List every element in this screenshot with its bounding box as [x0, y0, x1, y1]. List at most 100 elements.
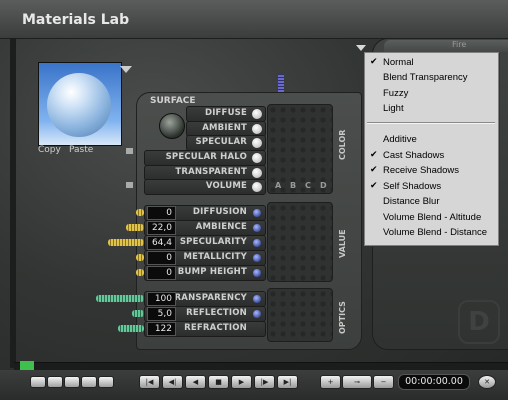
reflection-value[interactable]: 5,0	[147, 307, 176, 321]
keyframe-slot[interactable]	[30, 376, 46, 388]
menu-item-fuzzy[interactable]: Fuzzy	[365, 87, 498, 102]
menu-item-label: Cast Shadows	[383, 150, 445, 161]
specularity-slider[interactable]	[108, 239, 144, 246]
value-row-label: AMBIENCE	[195, 222, 247, 232]
transparency-slider[interactable]	[96, 295, 144, 302]
menu-item-label: Self Shadows	[383, 181, 442, 192]
ambience-value[interactable]: 22,0	[147, 221, 176, 235]
animate-dot[interactable]	[253, 269, 261, 277]
surface-knob[interactable]	[159, 113, 185, 139]
material-preview[interactable]	[38, 62, 122, 146]
close-button[interactable]: ✕	[478, 375, 496, 389]
optics-row-label: TRANSPARENCY	[168, 293, 247, 303]
paste-link[interactable]: Paste	[69, 145, 93, 155]
surface-row-label: SPECULAR HALO	[165, 152, 247, 162]
value-section-label: VALUE	[338, 229, 347, 258]
keyframe-slot[interactable]	[64, 376, 80, 388]
copy-link[interactable]: Copy	[38, 145, 61, 155]
menu-item-light[interactable]: Light	[365, 102, 498, 117]
stop-button[interactable]: ■	[208, 375, 229, 389]
keyframe-slot[interactable]	[81, 376, 97, 388]
toggle-dot[interactable]	[252, 182, 262, 192]
menu-item-cast-shadows[interactable]: ✔ Cast Shadows	[365, 149, 498, 164]
surface-row-label: DIFFUSE	[204, 108, 247, 118]
go-to-end-button[interactable]: ▶|	[277, 375, 298, 389]
menu-item-normal[interactable]: ✔ Normal	[365, 56, 498, 71]
remove-key-button[interactable]: −	[373, 375, 394, 389]
toggle-dot[interactable]	[252, 168, 262, 178]
preview-sphere	[47, 73, 111, 137]
optics-row-label: REFLECTION	[186, 308, 247, 318]
value-grid[interactable]	[267, 202, 333, 282]
surface-label: SURFACE	[150, 96, 196, 106]
check-icon: ✔	[370, 181, 378, 191]
reflection-slider[interactable]	[132, 310, 144, 317]
menu-item-label: Blend Transparency	[383, 72, 468, 83]
add-key-button[interactable]: +	[320, 375, 341, 389]
optics-grid[interactable]	[267, 288, 333, 342]
surface-row-diffuse[interactable]: DIFFUSE	[186, 106, 266, 122]
fire-layer-strip[interactable]: Fire	[384, 40, 508, 52]
menu-item-volume-blend-altitude[interactable]: Volume Blend - Altitude	[365, 211, 498, 226]
animate-dot[interactable]	[253, 239, 261, 247]
menu-item-additive[interactable]: Additive	[365, 133, 498, 148]
surface-row-volume[interactable]: VOLUME	[144, 179, 266, 195]
check-icon: ✔	[370, 150, 378, 160]
toggle-dot[interactable]	[252, 109, 262, 119]
refraction-slider[interactable]	[118, 325, 144, 332]
diffusion-slider[interactable]	[136, 209, 144, 216]
animate-dot[interactable]	[253, 310, 261, 318]
menu-item-distance-blur[interactable]: Distance Blur	[365, 195, 498, 210]
volume-small-icon[interactable]	[126, 182, 133, 188]
time-display: 00:00:00.00	[398, 374, 470, 390]
keyframe-slot[interactable]	[47, 376, 63, 388]
play-reverse-button[interactable]: ◀	[185, 375, 206, 389]
toggle-dot[interactable]	[252, 138, 262, 148]
menu-item-receive-shadows[interactable]: ✔ Receive Shadows	[365, 164, 498, 179]
bump-height-slider[interactable]	[136, 269, 144, 276]
menu-item-label: Normal	[383, 57, 414, 68]
preview-menu-arrow-icon[interactable]	[120, 66, 132, 73]
title-bar[interactable]: Materials Lab	[0, 0, 508, 39]
animate-dot[interactable]	[253, 295, 261, 303]
key-icon[interactable]: ⊸	[342, 375, 372, 389]
ambience-slider[interactable]	[126, 224, 144, 231]
keyframe-slot[interactable]	[98, 376, 114, 388]
animate-dot[interactable]	[253, 224, 261, 232]
animate-dot[interactable]	[253, 209, 261, 217]
menu-item-label: Distance Blur	[383, 196, 440, 207]
transparency-value[interactable]: 100	[147, 292, 176, 306]
diffusion-value[interactable]: 0	[147, 206, 176, 220]
column-b-label: B	[290, 181, 297, 190]
toggle-dot[interactable]	[252, 153, 262, 163]
surface-row-specular[interactable]: SPECULAR	[186, 135, 266, 151]
step-forward-button[interactable]: |▶	[254, 375, 275, 389]
menu-item-volume-blend-distance[interactable]: Volume Blend - Distance	[365, 226, 498, 241]
preview-small-icon[interactable]	[126, 148, 133, 154]
surface-row-label: VOLUME	[205, 181, 247, 191]
specularity-value[interactable]: 64,4	[147, 236, 176, 250]
side-letter-d: D	[458, 300, 500, 344]
column-a-label: A	[275, 181, 282, 190]
metallicity-value[interactable]: 0	[147, 251, 176, 265]
timeline-marker[interactable]	[20, 361, 34, 370]
menu-item-label: Receive Shadows	[383, 165, 460, 176]
step-back-button[interactable]: ◀|	[162, 375, 183, 389]
metallicity-slider[interactable]	[136, 254, 144, 261]
optics-section-label: OPTICS	[338, 301, 347, 334]
value-row-label: METALLICITY	[183, 252, 247, 262]
menu-item-label: Volume Blend - Altitude	[383, 212, 482, 223]
frame-left-bar	[10, 38, 16, 368]
go-to-start-button[interactable]: |◀	[139, 375, 160, 389]
menu-item-blend-transparency[interactable]: Blend Transparency	[365, 71, 498, 86]
options-menu-arrow-icon[interactable]	[356, 45, 366, 51]
play-button[interactable]: ▶	[231, 375, 252, 389]
animate-dot[interactable]	[253, 254, 261, 262]
bump-height-value[interactable]: 0	[147, 266, 176, 280]
surface-row-specular-halo[interactable]: SPECULAR HALO	[144, 150, 266, 166]
menu-item-self-shadows[interactable]: ✔ Self Shadows	[365, 180, 498, 195]
color-section-label: COLOR	[338, 129, 347, 160]
refraction-value[interactable]: 122	[147, 322, 176, 336]
toggle-dot[interactable]	[252, 124, 262, 134]
menu-separator	[367, 122, 495, 124]
